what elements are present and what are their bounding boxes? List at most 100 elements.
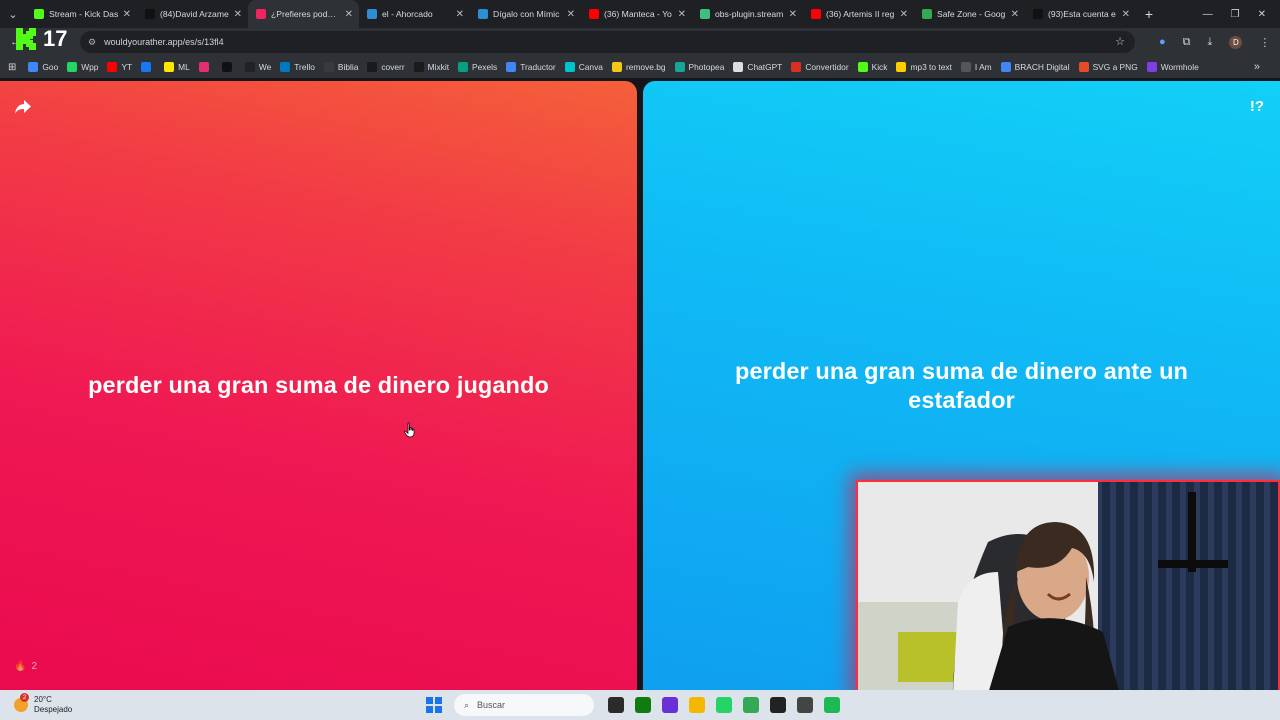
bookmark-item[interactable]: Biblia <box>323 62 359 72</box>
taskbar-search[interactable]: ⌕ Buscar <box>454 694 594 716</box>
weather-widget[interactable]: 2 20°C Despejado <box>0 693 420 715</box>
search-icon: ⌕ <box>464 699 470 710</box>
taskbar-app-obs-icon[interactable] <box>770 697 786 713</box>
bookmark-item[interactable]: I Am <box>960 62 992 72</box>
profile-avatar[interactable]: D <box>1229 35 1243 49</box>
tab-close-icon[interactable]: ✕ <box>456 9 464 20</box>
taskbar-app-chrome-icon[interactable] <box>743 697 759 713</box>
bookmark-favicon-icon <box>960 62 971 72</box>
tab-close-icon[interactable]: ✕ <box>567 9 575 20</box>
likes-counter: 🔥 2 <box>14 661 37 672</box>
new-tab-button[interactable]: + <box>1136 0 1162 28</box>
tab-title: ¿Prefieres poder c <box>271 9 341 19</box>
tab-close-icon[interactable]: ✕ <box>1122 9 1130 20</box>
browser-tab[interactable]: ¿Prefieres poder c ✕ <box>248 0 359 28</box>
bookmark-favicon-icon <box>1000 62 1011 72</box>
bookmark-item[interactable]: Convertidor <box>791 62 849 72</box>
bookmark-item[interactable]: ML <box>164 62 190 72</box>
tab-title: obs-plugin.stream <box>715 9 784 19</box>
browser-tab[interactable]: el - Ahorcado ✕ <box>359 0 470 28</box>
bookmark-item[interactable]: ChatGPT <box>733 62 782 72</box>
taskbar-search-placeholder: Buscar <box>477 700 506 710</box>
bookmark-label: Biblia <box>337 62 359 72</box>
taskbar-app-folder-icon[interactable] <box>689 697 705 713</box>
bookmark-item[interactable] <box>221 62 236 72</box>
tab-title: Dígalo con Mímic <box>493 9 560 19</box>
bookmark-item[interactable]: mp3 to text <box>896 62 952 72</box>
bookmark-item[interactable]: We <box>244 62 271 72</box>
bookmark-item[interactable]: Goo <box>28 62 58 72</box>
bookmark-label: Wpp <box>81 62 99 72</box>
extension-icon[interactable]: ● <box>1159 36 1166 48</box>
tab-favicon-icon <box>34 9 44 19</box>
bookmark-label: coverr <box>381 62 405 72</box>
tab-close-icon[interactable]: ✕ <box>123 9 131 20</box>
menu-kebab-icon[interactable]: ⋮ <box>1259 36 1270 49</box>
taskbar-app-app-purple-icon[interactable] <box>662 697 678 713</box>
tab-favicon-icon <box>478 9 488 19</box>
tab-search-chevron-icon[interactable]: ⌄ <box>0 0 26 28</box>
taskbar-app-app-green-icon[interactable] <box>824 697 840 713</box>
url-text[interactable]: wouldyourather.app/es/s/13fl4 <box>104 37 224 47</box>
tab-title: Stream - Kick Das <box>49 9 119 19</box>
bookmark-favicon-icon <box>611 62 622 72</box>
bookmark-item[interactable]: Trello <box>280 62 315 72</box>
restore-icon[interactable]: ❐ <box>1231 9 1240 20</box>
tab-close-icon[interactable]: ✕ <box>789 9 797 20</box>
share-arrow-icon[interactable] <box>14 99 32 115</box>
bookmark-item[interactable] <box>198 62 213 72</box>
browser-tab[interactable]: Safe Zone - Goog ✕ <box>914 0 1025 28</box>
bookmark-label: mp3 to text <box>910 62 952 72</box>
bookmark-item[interactable]: SVG a PNG <box>1078 62 1138 72</box>
tab-title: Safe Zone - Goog <box>937 9 1006 19</box>
browser-tab[interactable]: obs-plugin.stream ✕ <box>692 0 803 28</box>
tab-close-icon[interactable]: ✕ <box>900 9 908 20</box>
bookmark-item[interactable]: YT <box>107 62 132 72</box>
bookmark-item[interactable]: Canva <box>564 62 603 72</box>
extensions-puzzle-icon[interactable]: ⧉ <box>1183 36 1191 49</box>
option-left-card[interactable]: perder una gran suma de dinero jugando 🔥… <box>0 81 637 690</box>
close-window-icon[interactable]: ✕ <box>1258 9 1266 20</box>
browser-tab[interactable]: (93)Esta cuenta e ✕ <box>1025 0 1136 28</box>
browser-tab[interactable]: (36) Manteca - Yo ✕ <box>581 0 692 28</box>
minimize-icon[interactable]: — <box>1203 9 1213 20</box>
bookmark-label: Traductor <box>520 62 556 72</box>
bookmark-item[interactable]: remove.bg <box>611 62 666 72</box>
taskbar-app-app-dark-icon[interactable] <box>797 697 813 713</box>
bookmark-item[interactable]: BRACH Digital <box>1000 62 1070 72</box>
omnibox[interactable]: ⚙ wouldyourather.app/es/s/13fl4 ☆ <box>80 31 1135 53</box>
bookmark-item[interactable]: Traductor <box>506 62 556 72</box>
bookmark-item[interactable]: Photopea <box>674 62 725 72</box>
taskbar-app-whatsapp-icon[interactable] <box>716 697 732 713</box>
start-button[interactable] <box>426 697 442 713</box>
apps-grid-icon[interactable]: ⊞ <box>8 62 16 73</box>
taskbar-app-xbox-icon[interactable] <box>635 697 651 713</box>
bookmark-label: Photopea <box>688 62 725 72</box>
random-question-icon[interactable]: !? <box>1250 98 1264 115</box>
more-bookmarks-icon[interactable]: » <box>1254 61 1260 73</box>
bookmark-item[interactable]: coverr <box>367 62 405 72</box>
tab-close-icon[interactable]: ✕ <box>345 9 353 20</box>
bookmark-label: I Am <box>974 62 992 72</box>
bookmark-item[interactable]: Wormhole <box>1146 62 1199 72</box>
tab-close-icon[interactable]: ✕ <box>1011 9 1019 20</box>
bookmark-item[interactable]: Wpp <box>67 62 98 72</box>
browser-tab[interactable]: (36) Artemis II reg ✕ <box>803 0 914 28</box>
bookmark-item[interactable] <box>141 62 155 72</box>
bookmark-star-icon[interactable]: ☆ <box>1115 35 1125 48</box>
bookmark-item[interactable]: Pexels <box>458 62 497 72</box>
tab-favicon-icon <box>1033 9 1043 19</box>
tab-favicon-icon <box>589 9 599 19</box>
browser-tab[interactable]: Stream - Kick Das ✕ <box>26 0 137 28</box>
download-icon[interactable]: ⤓ <box>1208 36 1213 49</box>
bookmark-label: Pexels <box>472 62 498 72</box>
taskbar-app-file-explorer-icon[interactable] <box>608 697 624 713</box>
site-info-icon[interactable]: ⚙ <box>88 37 96 48</box>
browser-tab[interactable]: (84)David Arzame ✕ <box>137 0 248 28</box>
bookmark-label: Canva <box>578 62 603 72</box>
tab-close-icon[interactable]: ✕ <box>678 9 686 20</box>
tab-close-icon[interactable]: ✕ <box>234 9 242 20</box>
bookmark-item[interactable]: Mixkit <box>413 62 449 72</box>
bookmark-item[interactable]: Kick <box>857 62 887 72</box>
browser-tab[interactable]: Dígalo con Mímic ✕ <box>470 0 581 28</box>
